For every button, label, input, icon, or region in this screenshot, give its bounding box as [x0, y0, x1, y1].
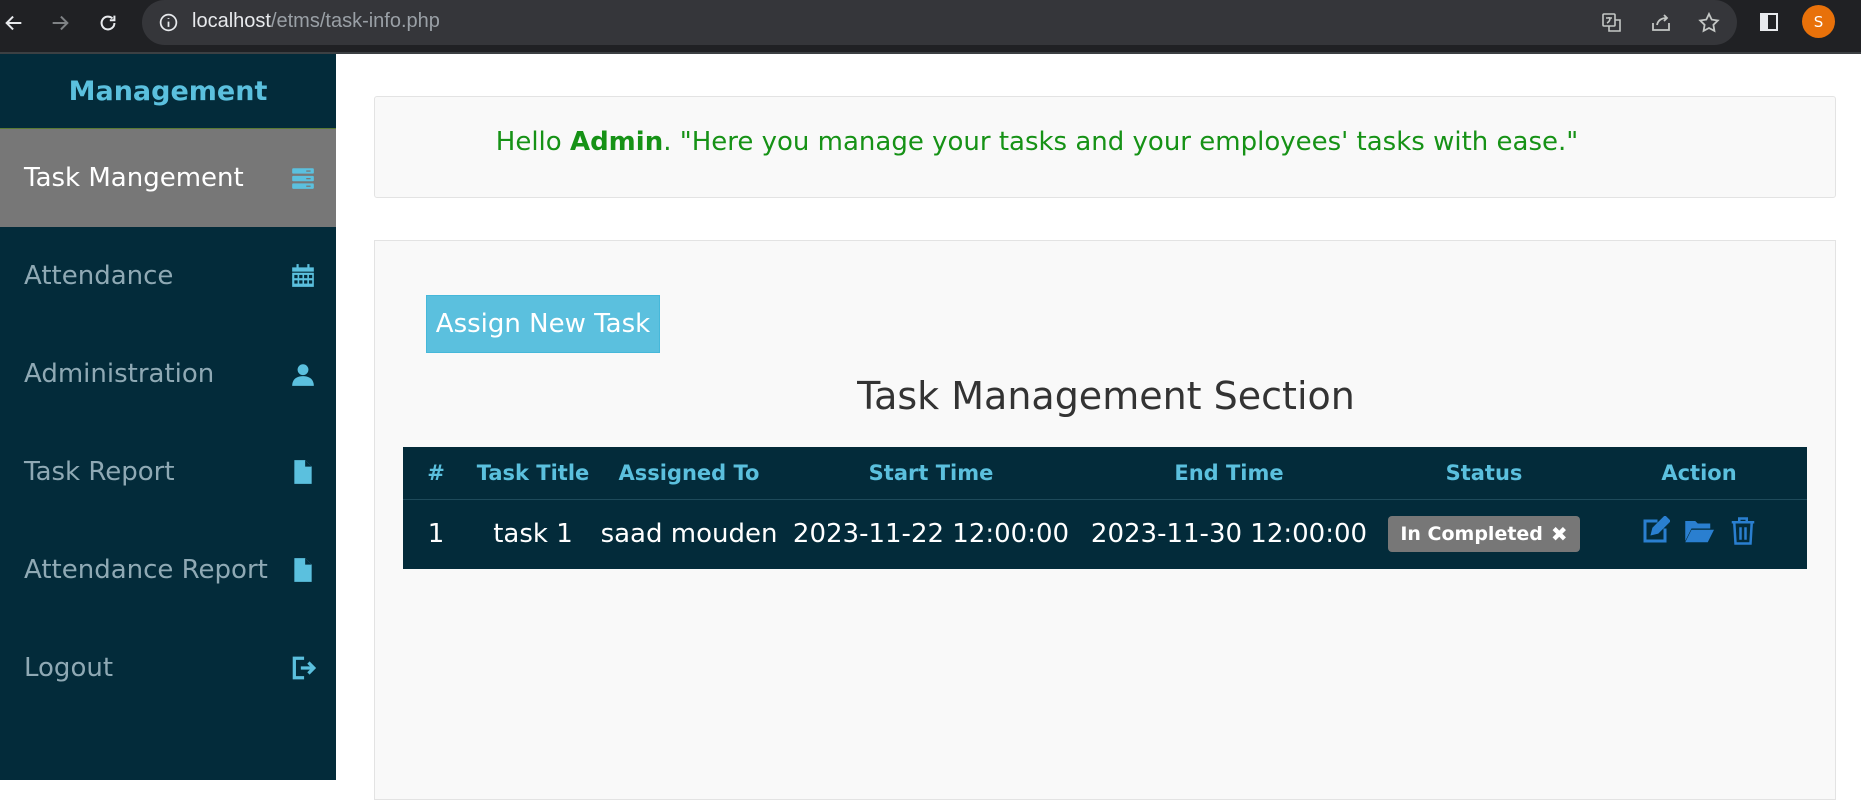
address-bar[interactable]: localhost/etms/task-info.php [142, 0, 1737, 45]
sidebar-item-label: Logout [24, 653, 114, 683]
url-text: localhost/etms/task-info.php [192, 10, 440, 33]
close-icon: ✖ [1550, 522, 1568, 547]
file-icon [290, 557, 316, 583]
sidebar-item-label: Task Report [24, 457, 175, 487]
translate-icon[interactable] [1598, 9, 1626, 37]
back-button[interactable] [0, 9, 28, 37]
column-header-assigned-to: Assigned To [597, 447, 781, 500]
status-badge: In Completed ✖ [1388, 516, 1580, 553]
sidebar-item-task-report[interactable]: Task Report [0, 423, 336, 521]
calendar-icon [290, 263, 316, 289]
cell-assigned-to: saad mouden [600, 519, 778, 550]
column-header-start-time: Start Time [781, 447, 1081, 500]
url-host: localhost [192, 10, 271, 32]
column-header-end-time: End Time [1081, 447, 1377, 500]
welcome-message: Hello Admin. "Here you manage your tasks… [375, 127, 1699, 157]
side-panel-icon[interactable] [1755, 8, 1783, 36]
cell-status: In Completed ✖ [1377, 499, 1591, 569]
sidebar-item-attendance[interactable]: Attendance [0, 227, 336, 325]
cell-end-time: 2023-11-30 12:00:00 [1090, 519, 1368, 550]
sidebar: Management Task Mangement Attendance Adm… [0, 54, 336, 780]
sidebar-item-label: Attendance Report [24, 555, 268, 585]
folder-open-icon[interactable] [1683, 515, 1715, 547]
column-header-task-title: Task Title [469, 447, 597, 500]
table-row: 1 task 1 saad mouden 2023-11-22 12:00:00… [403, 499, 1807, 569]
column-header-number: # [403, 447, 469, 500]
server-icon [290, 165, 316, 191]
url-path: /etms/task-info.php [270, 10, 440, 32]
column-header-status: Status [1377, 447, 1591, 500]
sidebar-item-attendance-report[interactable]: Attendance Report [0, 521, 336, 619]
status-label: In Completed [1400, 523, 1543, 546]
cell-number: 1 [427, 519, 445, 550]
edit-icon[interactable] [1639, 515, 1671, 547]
column-header-action: Action [1591, 447, 1807, 500]
row-actions [1639, 515, 1759, 547]
browser-toolbar: localhost/etms/task-info.php S [0, 0, 1861, 52]
cell-actions [1591, 499, 1807, 569]
welcome-card: Hello Admin. "Here you manage your tasks… [374, 96, 1836, 198]
user-icon [290, 361, 316, 387]
forward-button[interactable] [46, 9, 74, 37]
logout-icon [290, 655, 317, 681]
cell-task-title: task 1 [493, 519, 573, 550]
bookmark-star-icon[interactable] [1695, 9, 1723, 37]
section-title: Task Management Section [857, 374, 1355, 418]
sidebar-item-administration[interactable]: Administration [0, 325, 336, 423]
sidebar-item-logout[interactable]: Logout [0, 619, 336, 717]
profile-avatar[interactable]: S [1802, 5, 1835, 38]
reload-button[interactable] [94, 9, 122, 37]
task-panel: Assign New Task Task Management Section … [374, 240, 1836, 800]
welcome-tagline: . "Here you manage your tasks and your e… [663, 127, 1579, 157]
main-content: Hello Admin. "Here you manage your tasks… [336, 54, 1861, 800]
sidebar-title: Management [0, 54, 336, 129]
task-table: # Task Title Assigned To Start Time End … [403, 447, 1807, 569]
sidebar-item-label: Task Mangement [24, 163, 244, 193]
sidebar-item-label: Attendance [24, 261, 174, 291]
share-icon[interactable] [1647, 9, 1675, 37]
welcome-user: Admin [569, 127, 664, 157]
trash-icon[interactable] [1727, 515, 1759, 547]
cell-start-time: 2023-11-22 12:00:00 [792, 519, 1070, 550]
sidebar-item-task-management[interactable]: Task Mangement [0, 129, 336, 227]
info-icon[interactable] [158, 12, 179, 33]
assign-new-task-button[interactable]: Assign New Task [426, 295, 660, 353]
table-header-row: # Task Title Assigned To Start Time End … [403, 447, 1807, 500]
welcome-hello: Hello [495, 127, 562, 157]
file-icon [290, 459, 316, 485]
sidebar-item-label: Administration [24, 359, 215, 389]
